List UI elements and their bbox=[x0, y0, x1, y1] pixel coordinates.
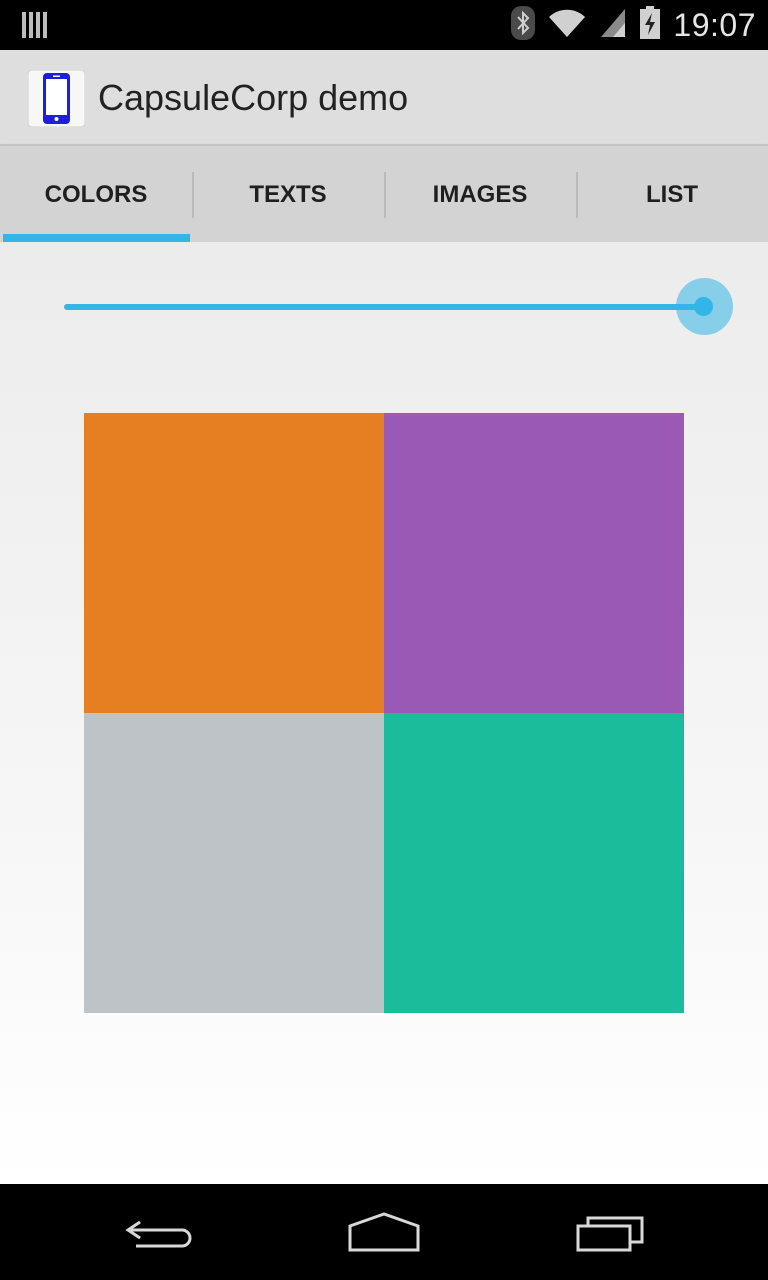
back-icon[interactable] bbox=[120, 1204, 200, 1260]
status-bar: 19:07 bbox=[0, 0, 768, 50]
notification-bars-icon bbox=[22, 10, 48, 45]
tab-texts[interactable]: TEXTS bbox=[192, 146, 384, 244]
tab-bar: COLORS TEXTS IMAGES LIST bbox=[0, 144, 768, 244]
color-cell-orange bbox=[84, 413, 384, 713]
wifi-icon bbox=[547, 7, 587, 44]
tab-label: IMAGES bbox=[432, 181, 528, 208]
action-bar: CapsuleCorp demo bbox=[0, 50, 768, 144]
seek-bar-track bbox=[64, 304, 704, 310]
tab-colors[interactable]: COLORS bbox=[0, 146, 192, 244]
tab-label: LIST bbox=[646, 181, 698, 208]
color-cell-teal bbox=[384, 713, 684, 1013]
navigation-bar bbox=[0, 1184, 768, 1280]
seek-bar-thumb[interactable] bbox=[694, 297, 713, 316]
app-title: CapsuleCorp demo bbox=[98, 77, 409, 118]
tab-images[interactable]: IMAGES bbox=[384, 146, 576, 244]
recents-icon[interactable] bbox=[568, 1204, 648, 1260]
home-icon[interactable] bbox=[344, 1204, 424, 1260]
battery-charging-icon bbox=[639, 5, 661, 45]
tab-label: COLORS bbox=[44, 181, 148, 208]
color-cell-gray bbox=[84, 713, 384, 1013]
tab-list[interactable]: LIST bbox=[576, 146, 768, 244]
bluetooth-icon bbox=[511, 5, 536, 45]
cell-signal-icon bbox=[599, 7, 627, 44]
phone-icon[interactable] bbox=[27, 69, 86, 128]
status-time: 19:07 bbox=[673, 6, 756, 43]
color-grid bbox=[84, 413, 684, 1013]
seek-bar[interactable] bbox=[64, 272, 734, 342]
tab-label: TEXTS bbox=[249, 181, 327, 208]
color-cell-purple bbox=[384, 413, 684, 713]
content-area bbox=[0, 242, 768, 1184]
